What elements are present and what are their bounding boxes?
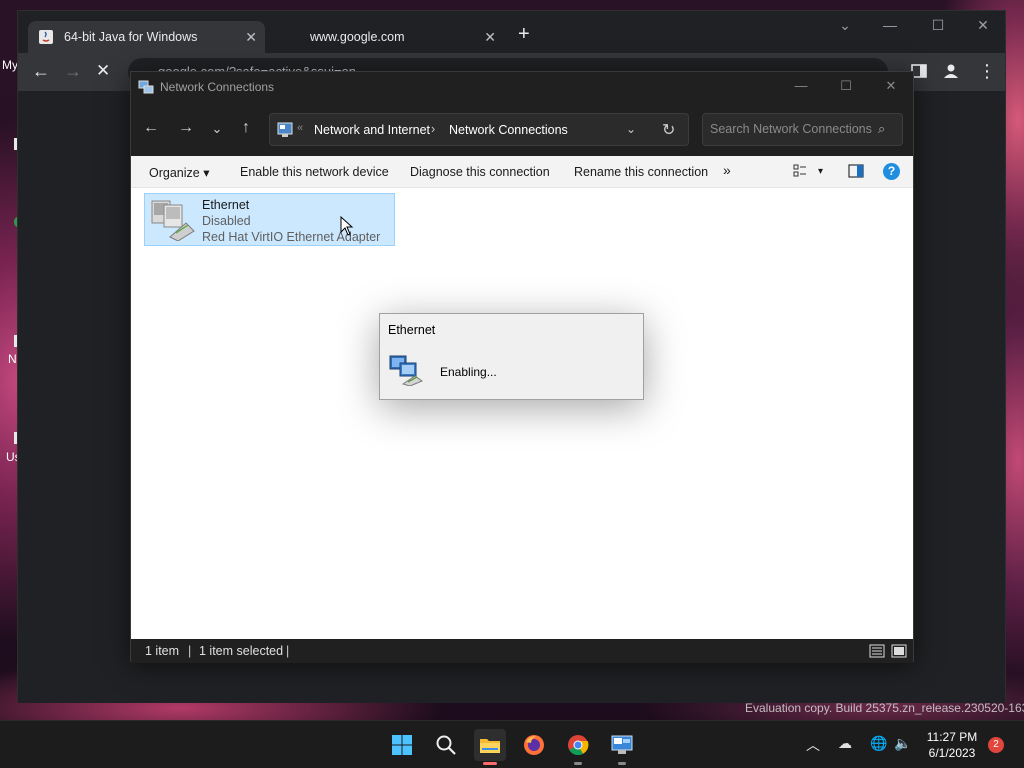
show-hidden-icons-chevron-icon[interactable]: ︿ (806, 735, 820, 755)
chrome-icon (568, 735, 589, 756)
organize-button[interactable]: Organize ▾ (149, 165, 209, 180)
search-icon (436, 735, 456, 755)
start-button[interactable] (386, 729, 418, 761)
back-icon[interactable]: ← (141, 119, 161, 137)
volume-icon[interactable]: 🔈 (894, 735, 911, 752)
status-divider: | (286, 644, 290, 658)
evaluation-watermark: Evaluation copy. Build 25375.zn_release.… (745, 701, 1024, 715)
browser-tab-strip: 64-bit Java for Windows ✕ www.google.com… (18, 11, 1005, 53)
tab-title: www.google.com (310, 30, 405, 44)
taskbar-search-button[interactable] (430, 729, 462, 761)
minimize-button[interactable]: — (786, 78, 816, 93)
help-icon[interactable]: ? (883, 163, 900, 180)
enable-network-device-button[interactable]: Enable this network device (240, 165, 389, 179)
refresh-icon[interactable]: ↻ (662, 120, 675, 140)
new-tab-button[interactable]: + (518, 23, 530, 46)
clock[interactable]: 11:27 PM 6/1/2023 (920, 729, 984, 761)
mouse-cursor-icon (340, 215, 354, 236)
control-panel-icon (611, 735, 633, 754)
taskbar-network-connections[interactable] (606, 729, 638, 765)
menu-icon[interactable]: ⋮ (978, 61, 996, 82)
address-dropdown-icon[interactable]: ⌄ (626, 122, 636, 136)
close-tab-icon[interactable]: ✕ (245, 29, 257, 46)
details-view-icon[interactable] (869, 643, 885, 659)
close-button[interactable]: ✕ (968, 17, 998, 34)
clock-time: 11:27 PM (926, 730, 978, 744)
connection-status: Disabled (202, 214, 251, 228)
more-commands-button[interactable]: » (723, 162, 731, 178)
close-tab-icon[interactable]: ✕ (484, 29, 496, 46)
forward-icon[interactable]: → (64, 61, 82, 82)
search-icon[interactable]: ⌕ (878, 121, 885, 137)
close-button[interactable]: ✕ (876, 78, 906, 94)
large-icons-view-icon[interactable] (891, 643, 907, 659)
view-options-chevron-icon[interactable]: ▾ (818, 166, 823, 177)
network-computers-icon (389, 354, 424, 387)
diagnose-connection-button[interactable]: Diagnose this connection (410, 165, 550, 179)
breadcrumb-separator-icon[interactable]: › (431, 122, 435, 136)
breadcrumb-network-connections[interactable]: Network Connections (449, 123, 568, 137)
status-bar: 1 item | 1 item selected | (131, 639, 913, 663)
preview-pane-icon[interactable] (848, 164, 864, 178)
maximize-button[interactable]: ☐ (831, 78, 861, 94)
search-input[interactable] (710, 122, 875, 136)
onedrive-offline-icon[interactable]: ☁ (838, 735, 852, 752)
minimize-button[interactable]: — (875, 17, 905, 33)
control-panel-icon (277, 122, 293, 138)
browser-tab[interactable]: 64-bit Java for Windows ✕ (28, 21, 265, 53)
breadcrumb-network-and-internet[interactable]: Network and Internet (314, 123, 430, 137)
firefox-icon (524, 735, 544, 755)
connections-list: Ethernet Disabled Red Hat VirtIO Etherne… (131, 188, 913, 639)
profile-icon[interactable] (943, 63, 959, 84)
loading-icon (284, 29, 300, 45)
desktop-icon[interactable] (0, 216, 20, 228)
desktop-icon-label[interactable]: My (2, 58, 18, 72)
java-icon (38, 29, 54, 45)
tab-title: 64-bit Java for Windows (64, 30, 198, 44)
dialog-title: Ethernet (388, 323, 436, 337)
maximize-button[interactable]: ☐ (923, 17, 953, 34)
forward-icon[interactable]: → (176, 119, 196, 137)
desktop-icon[interactable] (0, 138, 20, 150)
command-bar: Organize ▾ Enable this network device Di… (131, 156, 913, 188)
rename-connection-button[interactable]: Rename this connection (574, 165, 708, 179)
search-box[interactable]: ⌕ (702, 113, 903, 146)
tab-search-chevron-icon[interactable]: ⌄ (830, 17, 860, 34)
desktop-icon-label[interactable]: N (8, 352, 17, 366)
status-divider: | (188, 644, 192, 658)
window-title: Network Connections (160, 80, 275, 94)
enabling-progress-dialog: Ethernet Enabling... (379, 313, 644, 400)
back-icon[interactable]: ← (32, 61, 50, 82)
taskbar-file-explorer[interactable] (474, 729, 506, 765)
taskbar-chrome[interactable] (562, 729, 594, 765)
change-view-icon[interactable] (793, 164, 809, 178)
desktop-icon[interactable] (0, 335, 20, 347)
address-bar[interactable]: « Network and Internet › Network Connect… (269, 113, 689, 146)
taskbar: ︿ ☁ 🌐 🔈 11:27 PM 6/1/2023 2 (0, 720, 1024, 768)
clock-date: 6/1/2023 (928, 746, 976, 760)
navigation-bar: ← → ⌄ ↑ « Network and Internet › Network… (131, 102, 913, 156)
selected-count: 1 item selected (199, 644, 284, 658)
stop-loading-icon[interactable]: ✕ (96, 61, 110, 81)
windows-logo-icon (392, 735, 412, 755)
connection-name: Ethernet (202, 198, 250, 212)
desktop-icon[interactable] (0, 432, 20, 444)
dialog-message: Enabling... (440, 365, 497, 379)
item-count: 1 item (145, 644, 180, 658)
title-bar: Network Connections — ☐ ✕ (131, 72, 913, 102)
recent-locations-chevron-icon[interactable]: ⌄ (207, 121, 227, 137)
breadcrumb-overflow-icon[interactable]: « (297, 122, 303, 134)
notification-badge[interactable]: 2 (988, 737, 1004, 753)
folder-icon (480, 739, 500, 753)
ethernet-adapter-icon (148, 197, 198, 242)
browser-tab[interactable]: www.google.com ✕ (274, 21, 504, 53)
network-connections-icon (138, 79, 154, 95)
taskbar-firefox[interactable] (518, 729, 550, 761)
connection-item-ethernet[interactable]: Ethernet Disabled Red Hat VirtIO Etherne… (144, 193, 395, 246)
network-globe-icon[interactable]: 🌐 (870, 735, 887, 752)
up-icon[interactable]: ↑ (236, 119, 256, 137)
